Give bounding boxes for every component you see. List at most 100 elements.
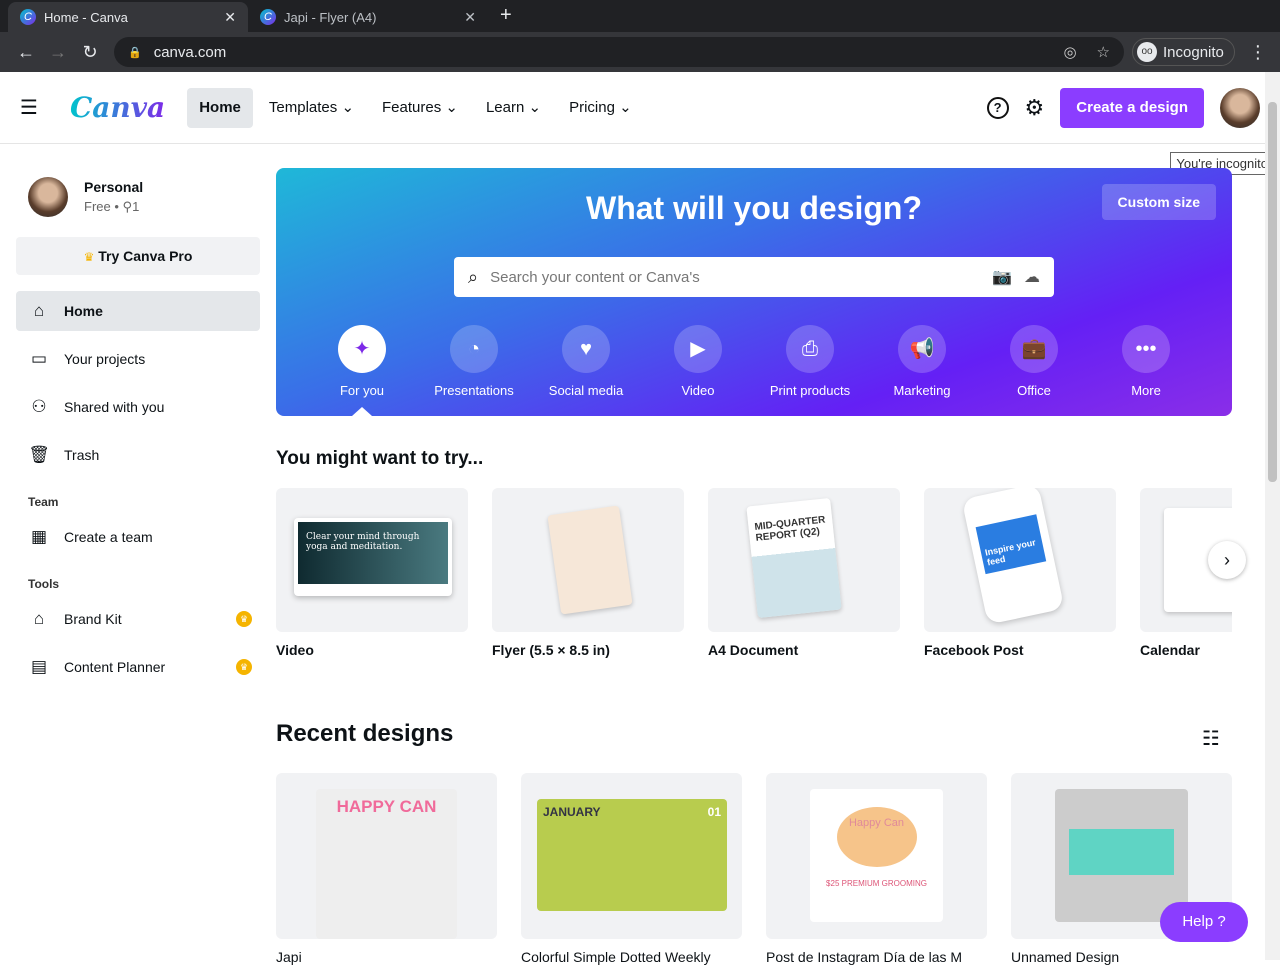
recent-label: Post de Instagram Día de las M — [766, 949, 963, 965]
category-marketing[interactable]: 📢 Marketing — [866, 325, 978, 398]
search-input[interactable]: ⌕ Search your content or Canva's 📷 ☁ — [454, 257, 1054, 297]
sidebar-item-trash[interactable]: 🗑 Trash — [16, 435, 260, 475]
more-dots-icon: ••• — [1122, 325, 1170, 373]
category-for-you[interactable]: ✦ For you — [306, 325, 418, 398]
back-icon[interactable]: ← — [10, 42, 42, 63]
carousel-next-button[interactable]: › — [1208, 541, 1246, 579]
sidebar-item-content-planner[interactable]: ▤ Content Planner ♛ — [16, 647, 260, 687]
tab-title: Home - Canva — [44, 9, 128, 25]
sidebar-item-brand-kit[interactable]: ⌂ Brand Kit ♛ — [16, 599, 260, 639]
sidebar-label: Trash — [64, 447, 100, 463]
sidebar-label: Create a team — [64, 529, 153, 545]
incognito-icon: oo — [1137, 42, 1157, 62]
settings-gear-icon[interactable]: ⚙ — [1025, 95, 1045, 121]
sidebar-item-home[interactable]: ⌂ Home — [16, 291, 260, 331]
sidebar: Personal Free • ⚲1 ♛ Try Canva Pro ⌂ Home… — [16, 145, 260, 687]
sidebar-item-create-team[interactable]: ▦ Create a team — [16, 517, 260, 557]
building-icon: ▦ — [30, 527, 48, 546]
help-button[interactable]: Help ? — [1160, 902, 1248, 942]
page-scrollbar[interactable] — [1265, 72, 1280, 960]
incognito-button[interactable]: oo Incognito — [1132, 38, 1235, 66]
pro-crown-icon: ♛ — [236, 611, 252, 627]
tab-home-canva[interactable]: C Home - Canva ✕ — [8, 2, 248, 32]
help-icon[interactable]: ? — [986, 96, 1009, 119]
url-field[interactable]: 🔒 canva.com ◎ ☆ — [114, 37, 1124, 67]
chevron-down-icon: ⌄ — [528, 98, 542, 116]
canva-favicon-icon: C — [20, 9, 36, 25]
home-icon: ⌂ — [33, 301, 45, 320]
new-tab-button[interactable]: + — [500, 4, 512, 27]
category-print-products[interactable]: ⎙ Print products — [754, 325, 866, 398]
bookmark-star-icon[interactable]: ☆ — [1097, 43, 1110, 61]
url-text: canva.com — [153, 43, 227, 61]
tab-title: Japi - Flyer (A4) — [284, 9, 377, 25]
chevron-down-icon: ⌄ — [341, 98, 355, 116]
close-tab-icon[interactable]: ✕ — [224, 9, 236, 26]
fb-thumb-text: Inspire your feed — [975, 514, 1047, 575]
nav-label: Learn — [485, 98, 525, 116]
browser-tab-bar: C Home - Canva ✕ C Japi - Flyer (A4) ✕ + — [0, 0, 1280, 32]
category-label: Print products — [769, 383, 851, 398]
category-more[interactable]: ••• More — [1090, 325, 1202, 398]
canva-favicon-icon: C — [260, 9, 276, 25]
recent-label: Japi — [276, 949, 302, 965]
camera-search-icon[interactable]: 📷 — [992, 267, 1012, 287]
hero-title: What will you design? — [586, 190, 922, 226]
sidebar-label: Content Planner — [64, 659, 166, 675]
recent-card-japi[interactable]: HAPPY CAN Japi — [276, 773, 497, 965]
category-label: Video — [681, 383, 715, 398]
recent-card-instagram[interactable]: Happy Can $25 PREMIUM GROOMING Post de Ins… — [766, 773, 987, 965]
nav-pricing[interactable]: Pricing ⌄ — [557, 88, 644, 128]
recent-card-weekly[interactable]: JANUARY 01 Colorful Simple Dotted Weekly — [521, 773, 742, 965]
browser-menu-icon[interactable]: ⋮ — [1249, 42, 1267, 63]
category-video[interactable]: ▶ Video — [642, 325, 754, 398]
scrollbar-thumb[interactable] — [1268, 102, 1277, 482]
weekly-thumb-month: JANUARY — [543, 805, 601, 819]
forward-icon[interactable]: → — [42, 42, 74, 63]
try-card-facebook-post[interactable]: Inspire your feed Facebook Post — [924, 488, 1116, 658]
try-card-a4-document[interactable]: MID-QUARTER REPORT (Q2) A4 Document — [708, 488, 900, 658]
category-office[interactable]: 💼 Office — [978, 325, 1090, 398]
category-label: More — [1131, 383, 1161, 398]
try-canva-pro-button[interactable]: ♛ Try Canva Pro — [16, 237, 260, 275]
sparkle-icon: ✦ — [338, 325, 386, 373]
crown-icon: ♛ — [83, 250, 95, 264]
tab-japi-flyer[interactable]: C Japi - Flyer (A4) ✕ — [248, 2, 488, 32]
close-tab-icon[interactable]: ✕ — [464, 9, 476, 26]
canva-logo[interactable]: Canva — [70, 91, 165, 124]
doc-thumb-text: MID-QUARTER REPORT (Q2) — [746, 497, 842, 619]
category-presentations[interactable]: ◔ Presentations — [418, 325, 530, 398]
try-card-flyer[interactable]: Flyer (5.5 × 8.5 in) — [492, 488, 684, 658]
nav-learn[interactable]: Learn ⌄ — [474, 88, 553, 128]
nav-features[interactable]: Features ⌄ — [370, 88, 470, 128]
list-view-icon[interactable]: ☷ — [1202, 726, 1220, 751]
plan-label: Free • — [84, 199, 119, 214]
category-label: Social media — [548, 383, 624, 398]
recent-label: Unnamed Design — [1011, 949, 1120, 965]
video-thumb-text: Clear your mind through yoga and meditat… — [298, 522, 448, 584]
try-card-video[interactable]: Clear your mind through yoga and meditat… — [276, 488, 468, 658]
hamburger-menu-icon[interactable]: ☰ — [20, 95, 52, 120]
search-icon: ⌕ — [468, 266, 479, 287]
sidebar-item-your-projects[interactable]: ▭ Your projects — [16, 339, 260, 379]
reload-icon[interactable]: ↻ — [74, 42, 106, 63]
sidebar-item-shared[interactable]: ⚇ Shared with you — [16, 387, 260, 427]
try-label: Facebook Post — [924, 642, 1024, 658]
user-avatar[interactable] — [1220, 87, 1260, 128]
heart-bubble-icon: ♥ — [562, 325, 610, 373]
custom-size-button[interactable]: Custom size — [1101, 184, 1216, 220]
nav-templates[interactable]: Templates ⌄ — [257, 88, 366, 128]
tracking-eye-off-icon[interactable]: ◎ — [1063, 43, 1076, 61]
member-count: 1 — [132, 199, 140, 214]
nav-home[interactable]: Home — [187, 87, 253, 128]
sidebar-label: Shared with you — [64, 399, 165, 415]
create-design-button[interactable]: Create a design — [1060, 87, 1204, 128]
incognito-label: Incognito — [1163, 43, 1224, 61]
tools-heading: Tools — [28, 577, 60, 591]
trash-icon: 🗑 — [28, 445, 50, 464]
insta-thumb-title: Happy Can — [836, 807, 917, 867]
category-social-media[interactable]: ♥ Social media — [530, 325, 642, 398]
account-switcher[interactable]: Personal Free • ⚲1 — [28, 177, 260, 217]
upload-cloud-icon[interactable]: ☁ — [1024, 267, 1040, 287]
hero-banner: What will you design? Custom size ⌕ Searc… — [276, 168, 1232, 416]
